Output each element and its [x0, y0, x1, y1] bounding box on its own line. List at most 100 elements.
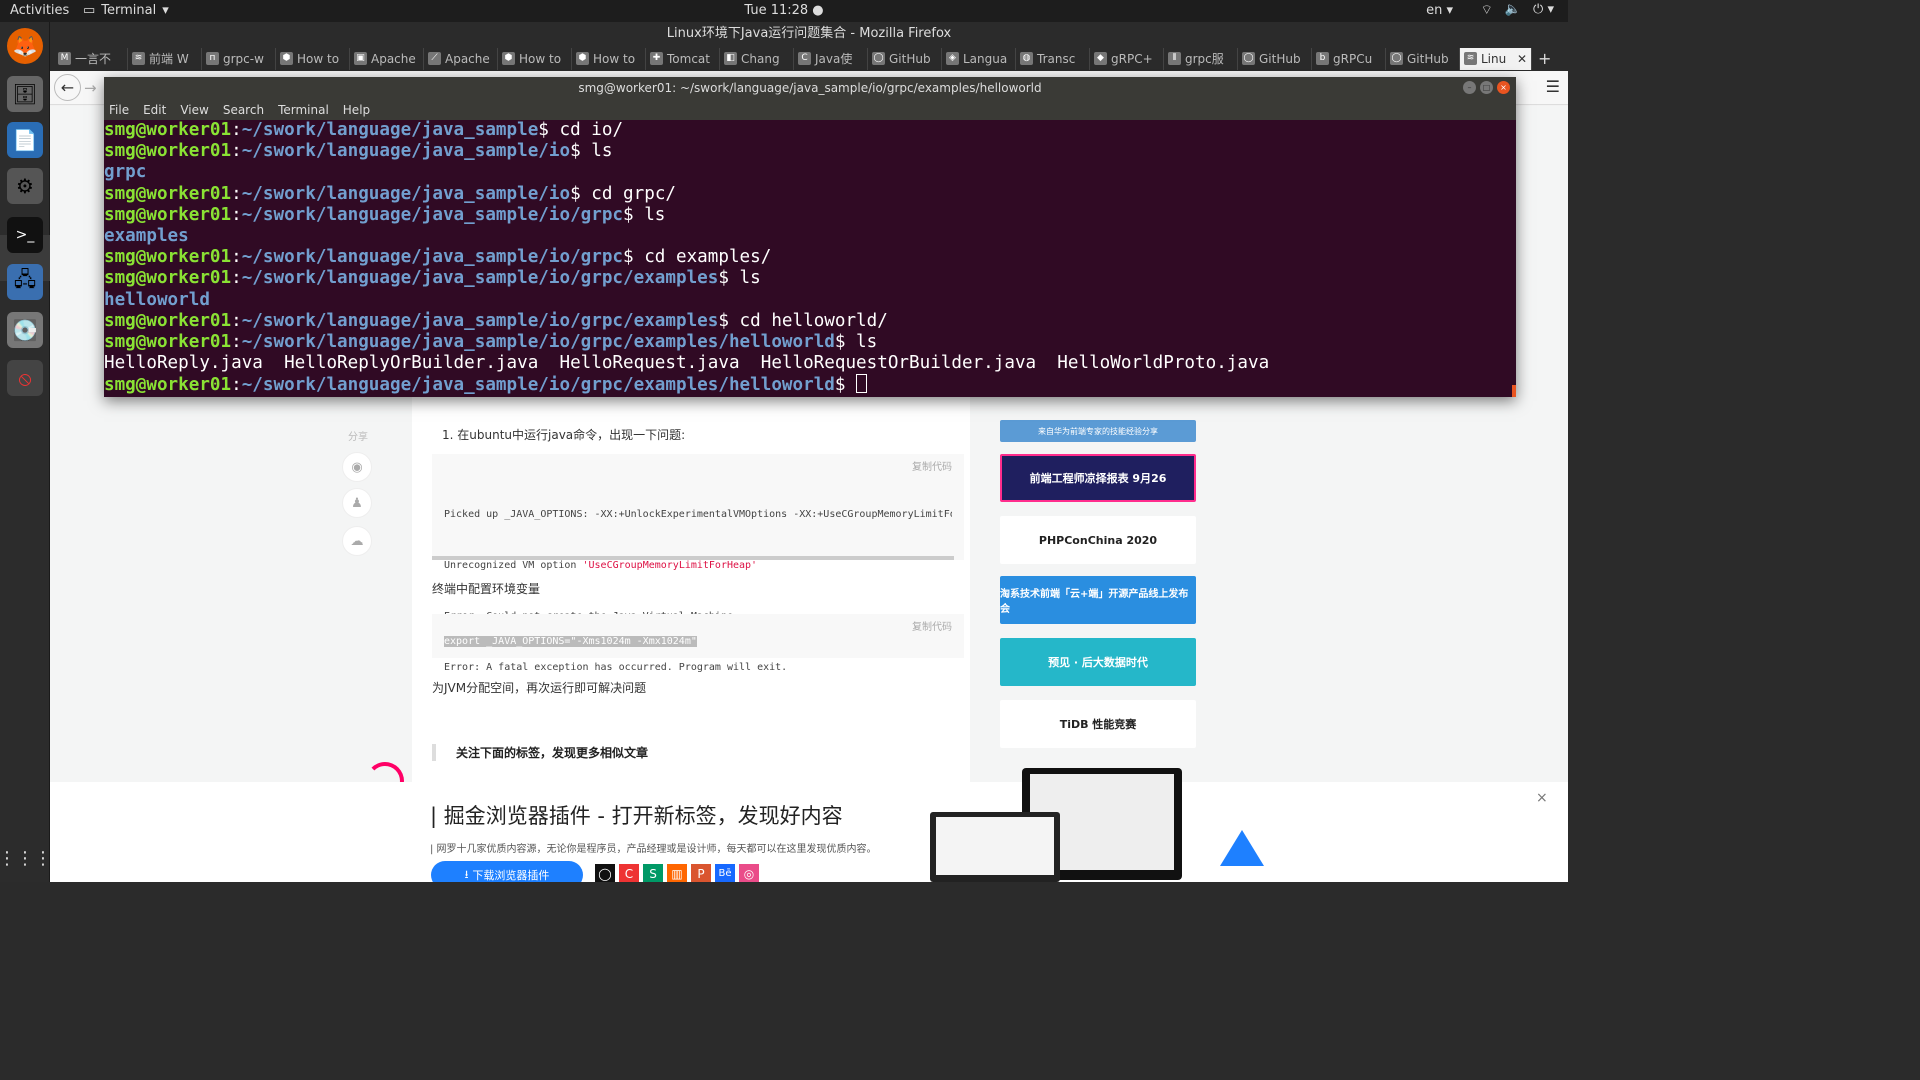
browser-tab[interactable]: ◧ Chang	[720, 47, 794, 70]
blocked-app-icon[interactable]: ⦸	[7, 360, 43, 396]
browser-tab[interactable]: ◆ gRPC+	[1090, 47, 1164, 70]
terminal-line: smg@worker01:~/swork/language/java_sampl…	[104, 310, 888, 331]
system-top-bar: Activities ▭ Terminal ▾ Tue 11:28 ● en ▾…	[0, 0, 1568, 22]
download-label: 下载浏览器插件	[472, 869, 550, 882]
browser-tab[interactable]: ⬢ How to	[498, 47, 572, 70]
terminal-line: smg@worker01:~/swork/language/java_sampl…	[104, 120, 624, 140]
terminal-icon[interactable]: >_	[7, 217, 43, 253]
ad-banner[interactable]: TiDB 性能竞赛	[1000, 700, 1196, 748]
tab-favicon-icon: ✚	[650, 52, 663, 65]
weibo-icon: ◉	[342, 452, 372, 482]
terminal-resize-handle[interactable]	[1512, 385, 1516, 397]
document-viewer-icon[interactable]: 📄	[7, 122, 43, 158]
system-tray[interactable]: ⌔ 🔈 ⏻ ▾	[1481, 2, 1554, 18]
input-language[interactable]: en ▾	[1426, 3, 1453, 18]
browser-tab[interactable]: C Java使	[794, 47, 868, 70]
browser-tab[interactable]: ▣ Apache	[350, 47, 424, 70]
browser-tab[interactable]: ≋ Linu ✕	[1460, 47, 1532, 70]
directory-entry: examples	[104, 226, 189, 247]
terminal-menu-item[interactable]: Edit	[143, 103, 166, 117]
github-icon: ◯	[595, 864, 615, 882]
browser-tab[interactable]: ◯ GitHub	[1386, 47, 1460, 70]
prompt-user: smg@worker01	[104, 310, 232, 331]
terminal-line: smg@worker01:~/swork/language/java_sampl…	[104, 374, 1516, 396]
browser-tab[interactable]: ◯ GitHub	[868, 47, 942, 70]
directory-entry: helloworld	[104, 289, 210, 310]
terminal-menu-item[interactable]: Terminal	[278, 103, 329, 117]
code-block-export: 复制代码 export _JAVA_OPTIONS="-Xms1024m -Xm…	[432, 614, 964, 658]
ad-banner[interactable]: PHPConChina 2020	[1000, 516, 1196, 564]
tab-favicon-icon: ⟋	[428, 52, 441, 65]
ad-banner[interactable]: 淘系技术前端「云+端」开源产品线上发布会	[1000, 576, 1196, 624]
browser-tab[interactable]: ✚ Tomcat	[646, 47, 720, 70]
code-scrollbar[interactable]	[432, 556, 954, 560]
command-text: ls	[728, 268, 761, 289]
close-button[interactable]: ×	[1497, 81, 1510, 94]
tab-label: Java使	[815, 52, 853, 66]
prompt-path: ~/swork/language/java_sample/io/grpc/exa…	[241, 268, 719, 289]
tab-favicon-icon: ⬢	[502, 52, 515, 65]
browser-tab[interactable]: п grpc-w	[202, 47, 276, 70]
command-text	[845, 375, 856, 395]
dribbble-icon: ◎	[739, 864, 759, 882]
prompt-path: ~/swork/language/java_sample/io/grpc/exa…	[241, 332, 835, 353]
terminal-line: smg@worker01:~/swork/language/java_sampl…	[104, 204, 666, 225]
tab-favicon-icon: ≋	[1464, 52, 1477, 65]
qq-share-button[interactable]: ♟	[342, 488, 372, 518]
terminal-output[interactable]: smg@worker01:~/swork/language/java_sampl…	[104, 120, 1516, 397]
settings-icon[interactable]: ⚙	[7, 168, 43, 204]
tab-label: 前端 W	[149, 52, 189, 66]
browser-tab[interactable]: ⫴ grpc服	[1164, 47, 1238, 70]
clock[interactable]: Tue 11:28 ●	[0, 3, 1568, 18]
ad-banner[interactable]: 来自华为前端专家的技能经验分享	[1000, 420, 1196, 442]
browser-tab[interactable]: ⬢ How to	[572, 47, 646, 70]
tab-favicon-icon: ◍	[1020, 52, 1033, 65]
prompt-user: smg@worker01	[104, 375, 232, 396]
close-tab-icon[interactable]: ✕	[1517, 52, 1527, 66]
weibo-share-button[interactable]: ◉	[342, 452, 372, 482]
browser-tab[interactable]: ◈ Langua	[942, 47, 1016, 70]
terminal-line: smg@worker01:~/swork/language/java_sampl…	[104, 332, 878, 353]
ad-banner[interactable]: 前端工程师凉择报表 9月26	[1000, 454, 1196, 502]
maximize-button[interactable]: □	[1480, 81, 1493, 94]
copy-code-button[interactable]: 复制代码	[912, 458, 952, 473]
browser-tab[interactable]: ≋ 前端 W	[128, 47, 202, 70]
tags-heading: 关注下面的标签，发现更多相似文章	[432, 744, 648, 761]
tab-favicon-icon: ▣	[354, 52, 367, 65]
behance-icon: Bē	[715, 864, 735, 882]
app-grid-icon[interactable]: ⋮⋮⋮	[0, 840, 52, 876]
terminal-menu-item[interactable]: Help	[343, 103, 370, 117]
minimize-button[interactable]: –	[1463, 81, 1476, 94]
terminal-title-bar[interactable]: smg@worker01: ~/swork/language/java_samp…	[104, 77, 1516, 99]
terminal-window: smg@worker01: ~/swork/language/java_samp…	[104, 77, 1516, 397]
network-icon[interactable]: 🖧	[7, 264, 43, 300]
new-tab-button[interactable]: +	[1538, 49, 1551, 68]
browser-tab[interactable]: b gRPCu	[1312, 47, 1386, 70]
drive-icon[interactable]: 💽	[7, 312, 43, 348]
terminal-menu-item[interactable]: View	[180, 103, 208, 117]
source-logos: ◯ C S ▥ P Bē ◎	[595, 864, 759, 882]
forward-button[interactable]: →	[84, 79, 97, 97]
firefox-icon[interactable]: 🦊	[7, 28, 43, 64]
terminal-menu-item[interactable]: Search	[223, 103, 264, 117]
tab-label: Linu	[1481, 51, 1507, 66]
browser-tab[interactable]: ◯ GitHub	[1238, 47, 1312, 70]
tab-favicon-icon: ◧	[724, 52, 737, 65]
files-icon[interactable]: 🗄	[7, 76, 43, 112]
ad-banner[interactable]: 预见 · 后大数据时代	[1000, 638, 1196, 686]
browser-tab[interactable]: ◍ Transc	[1016, 47, 1090, 70]
wechat-share-button[interactable]: ☁	[342, 526, 372, 556]
qq-icon: ♟	[342, 488, 372, 518]
menu-icon[interactable]: ☰	[1546, 77, 1560, 96]
terminal-menu-item[interactable]: File	[109, 103, 129, 117]
tab-label: GitHub	[889, 51, 931, 66]
browser-tab[interactable]: ⬢ How to	[276, 47, 350, 70]
banner-close-button[interactable]: ×	[1536, 790, 1548, 806]
copy-code-button[interactable]: 复制代码	[912, 618, 952, 633]
tab-favicon-icon: ≋	[132, 52, 145, 65]
download-extension-button[interactable]: ⭳ 下载浏览器插件	[431, 861, 583, 882]
prompt-user: smg@worker01	[104, 141, 232, 162]
browser-tab[interactable]: M 一言不	[54, 47, 128, 70]
back-button[interactable]: ←	[54, 74, 81, 101]
browser-tab[interactable]: ⟋ Apache	[424, 47, 498, 70]
